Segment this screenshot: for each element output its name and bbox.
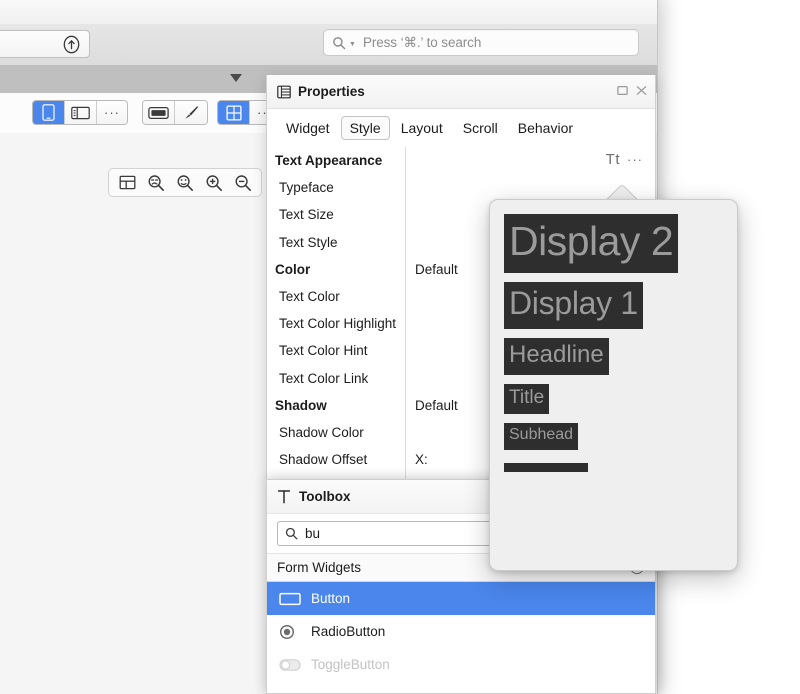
tab-behavior[interactable]: Behavior (509, 116, 582, 140)
list-item-togglebutton[interactable]: ToggleButton (267, 648, 655, 681)
search-icon (332, 36, 346, 50)
phone-icon[interactable] (33, 101, 65, 124)
global-search-placeholder: Press ‘⌘.’ to search (362, 34, 482, 50)
tab-scroll[interactable]: Scroll (454, 116, 507, 140)
toggle-button-widget-icon (279, 658, 305, 672)
close-icon[interactable] (636, 83, 647, 101)
more-options-icon[interactable]: ··· (97, 101, 127, 124)
screenshot-root: ▼ Press ‘⌘.’ to search ··· ··· Propertie… (0, 0, 800, 694)
property-name: Shadow Offset (279, 452, 368, 468)
panel-title: Toolbox (299, 489, 351, 504)
tablet-landscape-icon[interactable] (65, 101, 97, 124)
text-style-option-headline[interactable]: Headline (504, 338, 609, 375)
property-name: Text Appearance (275, 153, 383, 169)
chevron-down-icon[interactable]: ▼ (349, 41, 356, 48)
global-search-field[interactable]: ▼ Press ‘⌘.’ to search (323, 29, 639, 56)
search-input-value: bu (305, 526, 321, 541)
hammer-icon (277, 489, 291, 504)
zoom-controls-bar (108, 168, 262, 197)
text-style-option-title[interactable]: Title (504, 383, 550, 414)
properties-panel-header: Properties (267, 75, 655, 109)
search-icon (285, 527, 298, 540)
upload-circle-icon[interactable] (62, 35, 81, 54)
main-toolbar: ▼ Press ‘⌘.’ to search (0, 24, 657, 66)
caret-down-icon[interactable] (230, 74, 242, 82)
maximize-icon[interactable] (617, 83, 628, 101)
property-value[interactable]: Default (415, 262, 458, 277)
zoom-reset-magnifier-icon[interactable] (172, 171, 198, 195)
properties-list-icon (277, 85, 291, 99)
property-value[interactable]: Default (415, 398, 458, 413)
text-style-option-partial[interactable] (504, 462, 588, 472)
popover-arrow (601, 181, 641, 201)
list-item-label: Button (311, 591, 351, 606)
properties-tab-bar: Widget Style Layout Scroll Behavior (267, 109, 655, 147)
toolbar-button-group[interactable] (0, 30, 90, 58)
device-mode-group: ··· (32, 100, 128, 125)
list-item-label: RadioButton (311, 624, 386, 639)
property-name: Text Style (279, 234, 338, 250)
property-name: Text Size (279, 207, 334, 223)
theme-brush-icon[interactable] (175, 101, 207, 124)
zoom-out-icon[interactable] (230, 171, 256, 195)
text-style-option-display-2[interactable]: Display 2 (504, 214, 679, 274)
list-item-button[interactable]: Button (267, 582, 655, 615)
property-name: Text Color Hint (279, 343, 368, 359)
property-row-group: Text Appearance (267, 147, 655, 174)
grid-layout-icon[interactable] (218, 101, 250, 124)
property-name: Text Color Highlight (279, 316, 397, 332)
tab-style[interactable]: Style (340, 116, 390, 140)
property-value[interactable]: X: (415, 452, 428, 467)
fit-to-screen-icon[interactable] (114, 171, 140, 195)
zoom-out-magnifier-icon[interactable] (143, 171, 169, 195)
text-style-option-subhead[interactable]: Subhead (504, 422, 579, 450)
button-widget-icon (279, 592, 305, 606)
property-name: Shadow Color (279, 424, 364, 440)
tab-widget[interactable]: Widget (277, 116, 339, 140)
night-mode-icon[interactable] (143, 101, 175, 124)
window-titlebar (0, 0, 657, 25)
text-appearance-popover: Display 2 Display 1 Headline Title Subhe… (489, 199, 738, 571)
panel-title: Properties (298, 84, 365, 99)
property-name: Shadow (275, 397, 327, 413)
panel-window-buttons (617, 83, 647, 101)
text-style-option-display-1[interactable]: Display 1 (504, 282, 643, 330)
zoom-in-icon[interactable] (201, 171, 227, 195)
list-item-label: ToggleButton (311, 657, 390, 672)
section-label: Form Widgets (277, 560, 362, 575)
list-item-radiobutton[interactable]: RadioButton (267, 615, 655, 648)
property-name: Text Color (279, 289, 340, 305)
tab-layout[interactable]: Layout (392, 116, 452, 140)
property-row[interactable]: Typeface (267, 174, 655, 201)
property-name: Color (275, 261, 311, 277)
property-name: Typeface (279, 180, 334, 196)
theme-group (142, 100, 208, 125)
radio-button-widget-icon (279, 624, 305, 640)
property-name: Text Color Link (279, 370, 369, 386)
